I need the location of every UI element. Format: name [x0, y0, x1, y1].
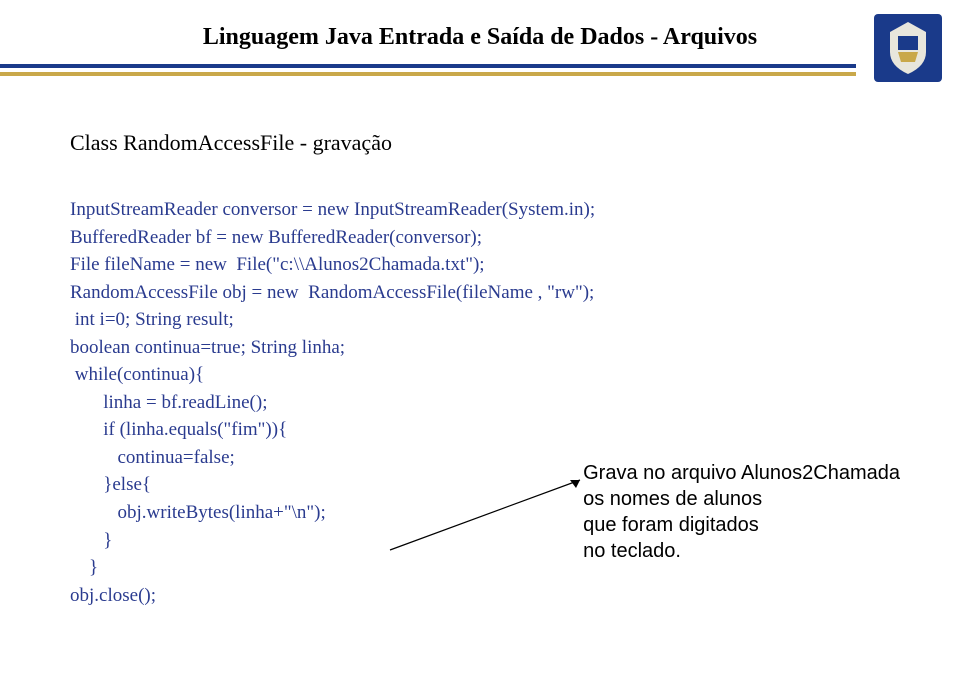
code-line: }: [70, 530, 112, 551]
code-line: InputStreamReader conversor = new InputS…: [70, 199, 595, 220]
annotation-line: os nomes de alunos: [583, 486, 900, 512]
annotation-line: no teclado.: [583, 538, 900, 564]
annotation-line: Grava no arquivo Alunos2Chamada: [583, 460, 900, 486]
code-line: continua=false;: [70, 447, 235, 468]
annotation-text: Grava no arquivo Alunos2Chamada os nomes…: [583, 460, 900, 564]
code-line: if (linha.equals("fim")){: [70, 419, 287, 440]
section-heading: Class RandomAccessFile - gravação: [70, 130, 890, 156]
code-line: }: [70, 557, 98, 578]
code-line: int i=0; String result;: [70, 309, 234, 330]
code-line: linha = bf.readLine();: [70, 392, 267, 413]
code-line: File fileName = new File("c:\\Alunos2Cha…: [70, 254, 485, 275]
code-line: }else{: [70, 474, 151, 495]
slide-title: Linguagem Java Entrada e Saída de Dados …: [0, 24, 960, 51]
slide-header: Linguagem Java Entrada e Saída de Dados …: [0, 0, 960, 90]
code-line: boolean continua=true; String linha;: [70, 337, 345, 358]
header-stripes: [0, 64, 856, 76]
code-line: BufferedReader bf = new BufferedReader(c…: [70, 227, 482, 248]
code-line: RandomAccessFile obj = new RandomAccessF…: [70, 282, 594, 303]
annotation-line: que foram digitados: [583, 512, 900, 538]
code-line: obj.close();: [70, 585, 156, 606]
institution-logo-icon: [868, 8, 948, 88]
code-line: while(continua){: [70, 364, 204, 385]
code-line: obj.writeBytes(linha+"\n");: [70, 502, 326, 523]
